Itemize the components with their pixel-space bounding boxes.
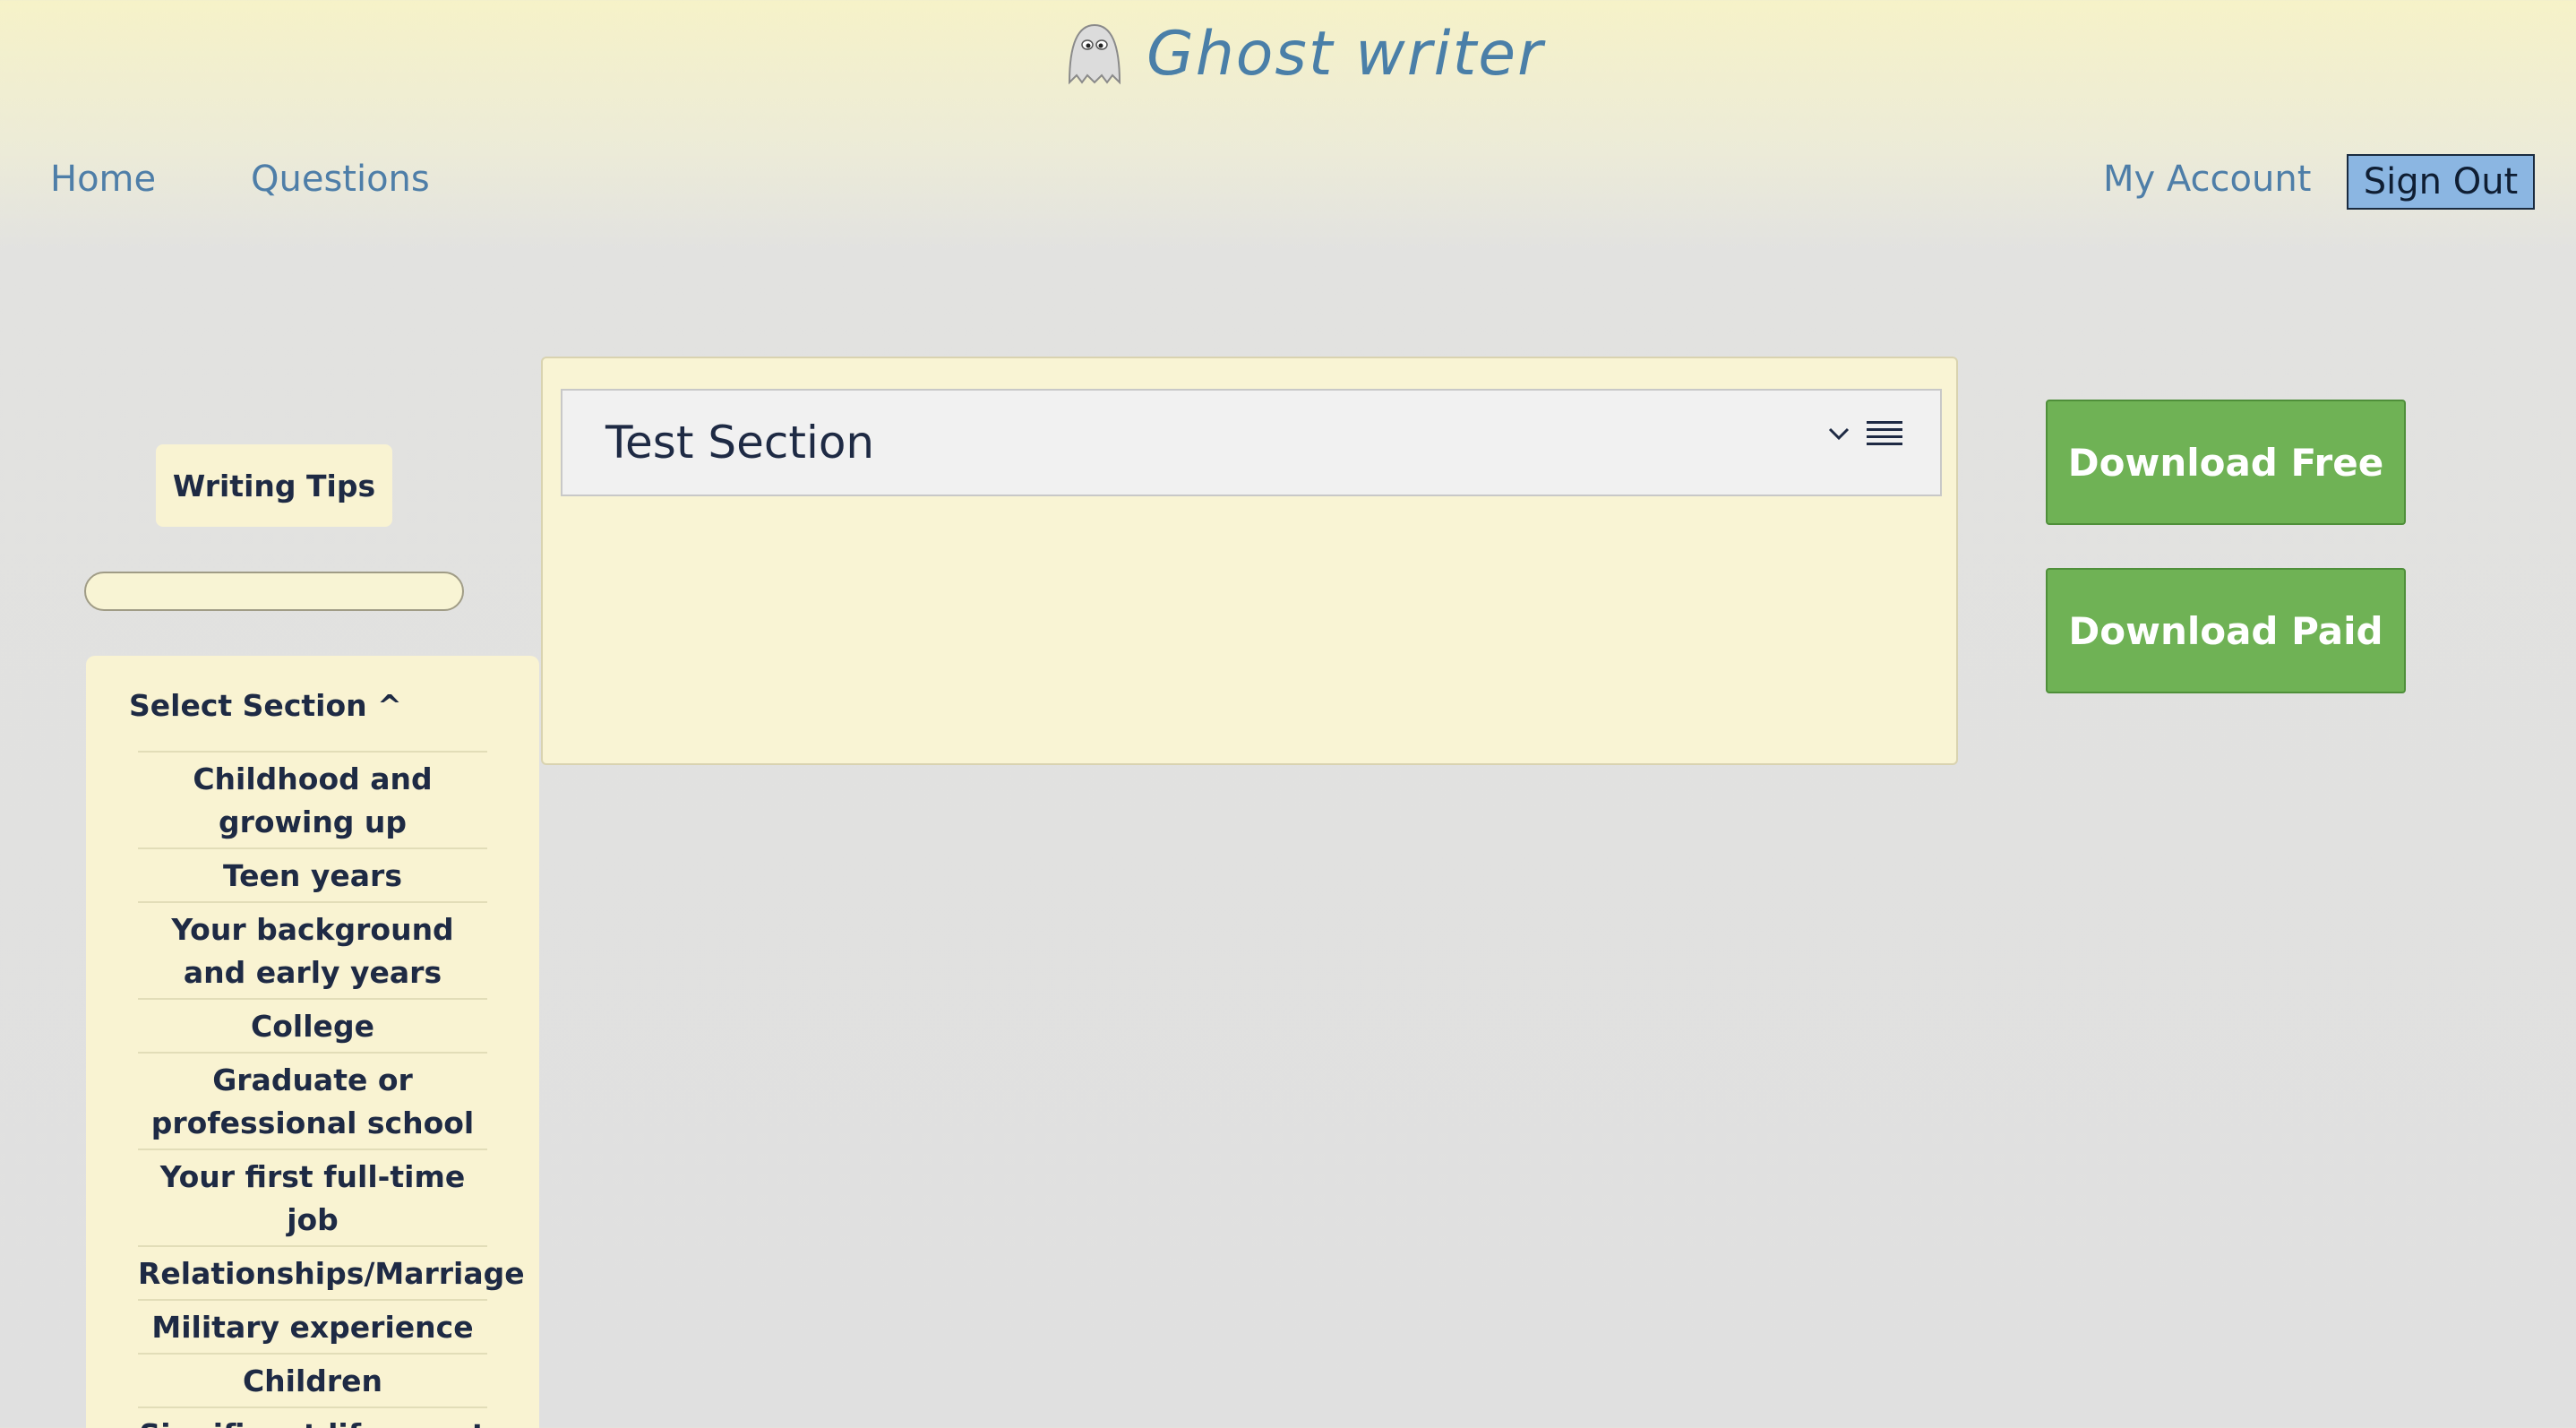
section-item[interactable]: Significant life event [138,1406,487,1428]
header: Ghost writer [0,0,2576,108]
list-icon[interactable] [1865,417,1904,450]
section-item[interactable]: Your background and early years [138,901,487,998]
ghost-icon [1068,23,1121,85]
nav-my-account-link[interactable]: My Account [2103,152,2311,206]
section-item[interactable]: College [138,998,487,1052]
nav-home-link[interactable]: Home [50,152,156,206]
logo-text: Ghost writer [1146,18,1545,90]
section-list: Childhood and growing up Teen years Your… [138,751,525,1428]
writing-tips-button[interactable]: Writing Tips [156,444,392,527]
nav-questions-link[interactable]: Questions [251,152,430,206]
section-item[interactable]: Military experience [138,1299,487,1353]
logo[interactable]: Ghost writer [1060,9,1544,99]
search-input[interactable] [84,572,464,611]
section-item[interactable]: Your first full-time job [138,1148,487,1245]
chevron-down-icon[interactable] [1825,420,1852,447]
section-title: Test Section [605,417,875,469]
section-panel: Test Section [541,357,1958,765]
section-accordion[interactable]: Test Section [561,389,1942,496]
accordion-icons [1825,417,1904,450]
section-item[interactable]: Teen years [138,847,487,901]
download-paid-button[interactable]: Download Paid [2046,568,2406,693]
select-section-toggle[interactable]: Select Section ^ [129,688,402,723]
section-sidebar: Select Section ^ Childhood and growing u… [86,656,539,1428]
sign-out-button[interactable]: Sign Out [2347,154,2535,210]
section-item[interactable]: Graduate or professional school [138,1052,487,1148]
section-item[interactable]: Relationships/Marriage [138,1245,525,1299]
download-free-button[interactable]: Download Free [2046,400,2406,525]
section-item[interactable]: Childhood and growing up [138,751,487,847]
section-item[interactable]: Children [138,1353,487,1406]
